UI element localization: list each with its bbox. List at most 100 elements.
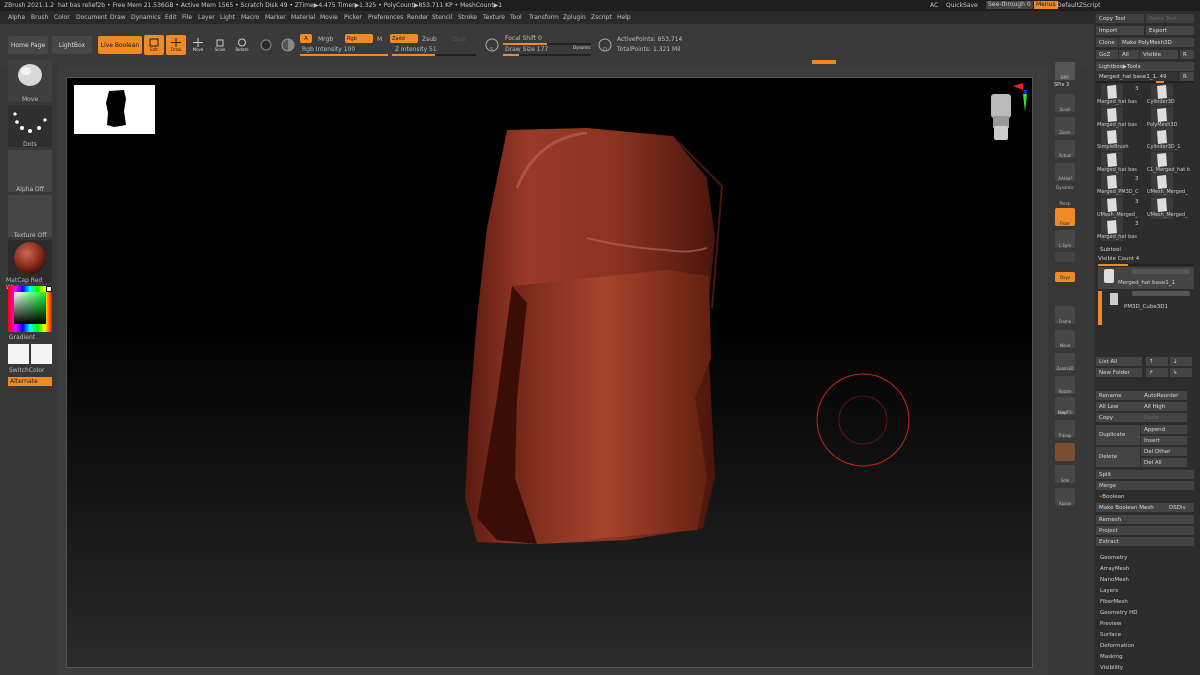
section-visibility[interactable]: Visibility (1100, 665, 1123, 671)
shelf-scroll-indicator[interactable] (812, 60, 836, 64)
rgb-button[interactable]: Rgb (345, 34, 373, 43)
quicksave-button[interactable]: QuickSave (946, 2, 978, 9)
merge-button[interactable]: Merge (1096, 481, 1194, 490)
spix-label[interactable]: SPix 3 (1054, 82, 1069, 88)
del-all-button[interactable]: Del All (1141, 458, 1187, 467)
section-deformation[interactable]: Deformation (1100, 643, 1134, 649)
autoreorder-button[interactable]: AutoReorder (1141, 391, 1187, 400)
make-boolean-mesh-button[interactable]: Make Boolean Mesh (1096, 503, 1166, 512)
qxyz-button[interactable]: Qxyz (1055, 272, 1075, 282)
arrow-down-right-icon[interactable]: ↳ (1170, 368, 1192, 377)
insert-button[interactable]: Insert (1141, 436, 1187, 445)
saturation-square[interactable] (14, 292, 46, 324)
menu-stencil[interactable]: Stencil (432, 14, 452, 21)
transp-button[interactable]: Transp (1055, 420, 1075, 438)
r-button[interactable]: R (1180, 50, 1194, 59)
all-button[interactable]: All (1119, 50, 1139, 59)
edit-button[interactable]: Edit (144, 35, 164, 55)
menu-texture[interactable]: Texture (483, 14, 505, 21)
all-high-button[interactable]: All High (1141, 402, 1187, 411)
section-masking[interactable]: Masking (1100, 654, 1123, 660)
move-up-button[interactable]: ↑ (1146, 357, 1168, 366)
home-page-button[interactable]: Home Page (8, 36, 48, 54)
mrgb-button[interactable]: Mrgb (318, 36, 333, 43)
ghost-button[interactable]: Transp (1055, 443, 1075, 461)
menu-alpha[interactable]: Alpha (8, 14, 25, 21)
subtool-header[interactable]: Subtool (1100, 247, 1121, 253)
actual-button[interactable]: Actual (1055, 140, 1075, 158)
move-button[interactable]: Move (188, 35, 208, 55)
material-sphere-icon[interactable] (280, 37, 296, 53)
zsub-button[interactable]: Zsub (422, 36, 437, 43)
default-zscript-button[interactable]: DefaultZScript (1057, 2, 1100, 9)
secondary-color-swatch[interactable] (31, 344, 52, 364)
delete-button[interactable]: Delete (1096, 447, 1140, 467)
boolean-header[interactable]: • Boolean (1096, 492, 1194, 501)
solo-button[interactable]: Solo (1055, 465, 1075, 483)
menu-render[interactable]: Render (407, 14, 428, 21)
section-arraymesh[interactable]: ArrayMesh (1100, 566, 1129, 572)
menu-dynamics[interactable]: Dynamics (131, 14, 161, 21)
split-button[interactable]: Split (1096, 470, 1194, 479)
section-geometry-hd[interactable]: Geometry HD (1100, 610, 1138, 616)
all-low-button[interactable]: All Low (1096, 402, 1142, 411)
section-nanomesh[interactable]: NanoMesh (1100, 577, 1129, 583)
section-preview[interactable]: Preview (1100, 621, 1121, 627)
menu-movie[interactable]: Movie (320, 14, 338, 21)
append-button[interactable]: Append (1141, 425, 1187, 434)
r2-button[interactable]: R (1180, 72, 1194, 81)
remesh-button[interactable]: Remesh (1096, 515, 1194, 524)
menu-marker[interactable]: Marker (265, 14, 286, 21)
menu-help[interactable]: Help (617, 14, 631, 21)
menu-brush[interactable]: Brush (31, 14, 48, 21)
list-all-button[interactable]: List All (1096, 357, 1142, 366)
draw-size-slider[interactable] (503, 54, 591, 56)
make-polymesh-button[interactable]: Make PolyMesh3D (1119, 38, 1194, 47)
dynamic-toggle[interactable]: Dynamic (573, 45, 591, 50)
visible-button[interactable]: Visible (1140, 50, 1178, 59)
dsdiv-button[interactable]: DSDiv (1166, 503, 1194, 512)
goz-button[interactable]: GoZ (1096, 50, 1118, 59)
menu-edit[interactable]: Edit (165, 14, 177, 21)
alternate-button[interactable]: Alternate (8, 377, 52, 386)
main-color-swatch[interactable] (8, 344, 29, 364)
lsym-button[interactable]: L.Sym (1055, 230, 1075, 248)
menu-macro[interactable]: Macro (241, 14, 259, 21)
z-intensity-slider[interactable] (392, 54, 476, 56)
a-button[interactable]: A (300, 34, 312, 43)
paste-button[interactable]: Paste (1141, 413, 1187, 422)
menu-zplugin[interactable]: Zplugin (563, 14, 586, 21)
scroll-button[interactable]: Scroll (1055, 94, 1075, 112)
extract-button[interactable]: Extract (1096, 537, 1194, 546)
section-surface[interactable]: Surface (1100, 632, 1121, 638)
live-boolean-button[interactable]: Live Boolean (98, 36, 142, 54)
lock-icon[interactable] (1055, 252, 1075, 262)
current-tool-slider[interactable]: Merged_hat base1_1. 49 (1096, 72, 1180, 81)
menu-tool[interactable]: Tool (510, 14, 522, 21)
rename-button[interactable]: Rename (1096, 391, 1142, 400)
lightbox-button[interactable]: LightBox (52, 36, 92, 54)
menu-draw[interactable]: Draw (110, 14, 126, 21)
section-layers[interactable]: Layers (1100, 588, 1118, 594)
lightbox-tools-button[interactable]: Lightbox▶Tools (1096, 62, 1194, 71)
persp-button[interactable]: Persp (1055, 188, 1075, 206)
clone-button[interactable]: Clone (1096, 38, 1118, 47)
section-geometry[interactable]: Geometry (1100, 555, 1127, 561)
menu-transform[interactable]: Transform (529, 14, 559, 21)
menu-picker[interactable]: Picker (344, 14, 362, 21)
import-button[interactable]: Import (1096, 26, 1144, 35)
menu-zscript[interactable]: Zscript (591, 14, 612, 21)
rgb-intensity-slider[interactable] (300, 54, 388, 56)
copy-tool-button[interactable]: Copy Tool (1096, 14, 1144, 23)
del-other-button[interactable]: Del Other (1141, 447, 1187, 456)
export-button[interactable]: Export (1146, 26, 1194, 35)
subtool-row-1[interactable]: Merged_hat base1_1 (1098, 267, 1194, 289)
zoom3d-button[interactable]: Zoom3D (1055, 353, 1075, 371)
rotate-button[interactable]: Rotate (232, 35, 252, 55)
scale-button[interactable]: Scale (210, 35, 230, 55)
move-view-button[interactable]: Move (1055, 330, 1075, 348)
draw-button[interactable]: Draw (166, 35, 186, 55)
menus-button[interactable]: Menus (1034, 1, 1058, 9)
switch-color-button[interactable]: SwitchColor (9, 367, 53, 374)
rotate-view-button[interactable]: Rotate (1055, 376, 1075, 394)
